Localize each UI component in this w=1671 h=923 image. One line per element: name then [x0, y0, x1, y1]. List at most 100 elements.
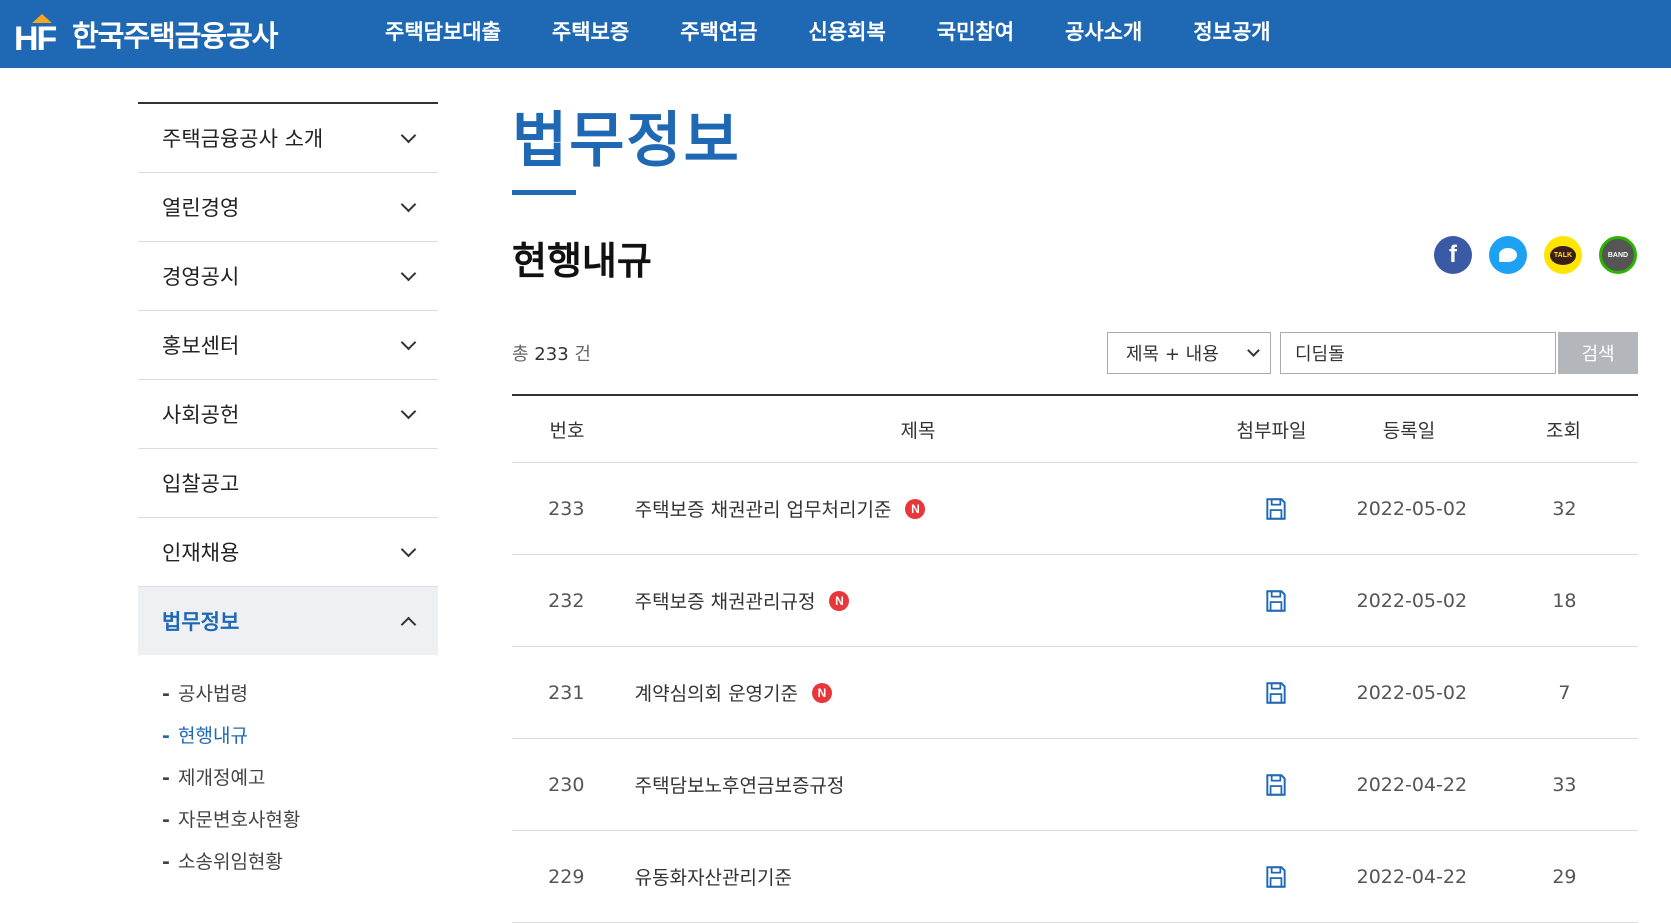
- row-title-cell: 주택담보노후연금보증규정: [621, 771, 1220, 798]
- row-views: 29: [1552, 865, 1577, 888]
- lnb-item-recruit[interactable]: 인재채용: [138, 518, 438, 587]
- row-title-cell: 유동화자산관리기준: [621, 863, 1220, 890]
- row-no: 232: [548, 589, 585, 612]
- row-views: 32: [1552, 497, 1577, 520]
- menu-item-credit[interactable]: 신용회복: [808, 16, 885, 46]
- search-input[interactable]: 디딤돌: [1280, 332, 1556, 374]
- lnb-item-legal[interactable]: 법무정보: [138, 587, 438, 655]
- new-badge: N: [905, 498, 926, 519]
- row-file-cell: [1219, 864, 1333, 890]
- search-type-select[interactable]: 제목 + 내용: [1107, 332, 1271, 374]
- row-title-link[interactable]: 유동화자산관리기준: [635, 863, 792, 890]
- sub-item-advisory-lawyers[interactable]: - 자문변호사현황: [162, 799, 438, 841]
- menu-item-participation[interactable]: 국민참여: [937, 16, 1014, 46]
- row-file-cell: [1219, 772, 1333, 798]
- table-row: 232 주택보증 채권관리규정 N 2022-05-02 18: [512, 555, 1638, 647]
- row-date: 2022-04-22: [1356, 773, 1468, 796]
- hf-logo-icon: HF: [14, 12, 64, 58]
- menu-item-about[interactable]: 공사소개: [1065, 16, 1142, 46]
- row-title-link[interactable]: 계약심의회 운영기준: [635, 679, 798, 706]
- row-title-cell: 주택보증 채권관리규정 N: [621, 587, 1220, 614]
- table-row: 230 주택담보노후연금보증규정 2022-04-22 33: [512, 739, 1638, 831]
- attachment-file-icon[interactable]: [1263, 588, 1289, 614]
- global-header: HF 한국주택금융공사 주택담보대출 주택보증 주택연금 신용회복 국민참여 공…: [0, 0, 1671, 68]
- attachment-file-icon[interactable]: [1263, 864, 1289, 890]
- header-file: 첨부파일: [1236, 419, 1307, 442]
- bullet-dash: -: [162, 767, 170, 789]
- facebook-icon: f: [1449, 241, 1457, 268]
- menu-item-pension[interactable]: 주택연금: [680, 16, 757, 46]
- sub-item-label: 자문변호사현황: [178, 809, 301, 831]
- band-icon: BAND: [1607, 251, 1629, 259]
- row-date: 2022-05-02: [1356, 589, 1468, 612]
- search-type-value: 제목 + 내용: [1126, 344, 1219, 365]
- header-date: 등록일: [1382, 419, 1436, 442]
- new-badge: N: [829, 590, 850, 611]
- total-number: 233: [534, 344, 569, 365]
- kakaotalk-share-button[interactable]: TALK: [1544, 236, 1582, 274]
- sub-item-amendment-notice[interactable]: - 제개정예고: [162, 757, 438, 799]
- logo-text: 한국주택금융공사: [72, 19, 278, 53]
- lnb-item-label: 열린경영: [162, 196, 240, 220]
- kakaotalk-icon: TALK: [1550, 245, 1576, 265]
- lnb-submenu: - 공사법령 - 현행내규 - 제개정예고 - 자문변호사현황 - 소송위임현황: [138, 655, 438, 883]
- row-title-link[interactable]: 주택보증 채권관리규정: [635, 587, 816, 614]
- side-navigation: 주택금융공사 소개 열린경영 경영공시 홍보센터 사회공헌 입찰공고 인재채용 …: [138, 102, 438, 883]
- total-prefix: 총: [512, 344, 529, 365]
- lnb-item-social[interactable]: 사회공헌: [138, 380, 438, 449]
- attachment-file-icon[interactable]: [1263, 772, 1289, 798]
- twitter-share-button[interactable]: [1489, 236, 1527, 274]
- band-share-button[interactable]: BAND: [1599, 236, 1637, 274]
- menu-item-guarantee[interactable]: 주택보증: [552, 16, 629, 46]
- sub-item-litigation[interactable]: - 소송위임현황: [162, 841, 438, 883]
- menu-item-mortgage[interactable]: 주택담보대출: [385, 16, 501, 46]
- table-row: 233 주택보증 채권관리 업무처리기준 N 2022-05-02 32: [512, 463, 1638, 555]
- section-title: 현행내규: [512, 239, 652, 283]
- row-no: 231: [548, 681, 585, 704]
- row-date: 2022-05-02: [1356, 681, 1468, 704]
- lnb-item-pr-center[interactable]: 홍보센터: [138, 311, 438, 380]
- row-title-cell: 계약심의회 운영기준 N: [621, 679, 1220, 706]
- site-logo[interactable]: HF 한국주택금융공사: [14, 8, 278, 60]
- sub-item-label: 공사법령: [178, 683, 248, 705]
- lnb-item-open-management[interactable]: 열린경영: [138, 173, 438, 242]
- menu-item-disclosure[interactable]: 정보공개: [1193, 16, 1270, 46]
- twitter-bird-icon: [1499, 248, 1517, 262]
- sub-item-law[interactable]: - 공사법령: [162, 673, 438, 715]
- search-input-value: 디딤돌: [1295, 344, 1345, 365]
- chevron-down-icon: [400, 541, 417, 557]
- chevron-down-icon: [400, 127, 417, 143]
- row-file-cell: [1219, 588, 1333, 614]
- lnb-item-label: 사회공헌: [162, 403, 240, 427]
- row-title-cell: 주택보증 채권관리 업무처리기준 N: [621, 495, 1220, 522]
- row-title-link[interactable]: 주택보증 채권관리 업무처리기준: [635, 495, 892, 522]
- chevron-down-icon: [400, 334, 417, 350]
- logo-mark: HF: [14, 20, 57, 58]
- lnb-item-disclosure[interactable]: 경영공시: [138, 242, 438, 311]
- sub-item-label: 소송위임현황: [178, 851, 283, 873]
- row-no: 233: [548, 497, 585, 520]
- facebook-share-button[interactable]: f: [1434, 236, 1472, 274]
- title-underline: [512, 190, 576, 195]
- lnb-item-label: 주택금융공사 소개: [162, 127, 324, 151]
- attachment-file-icon[interactable]: [1263, 680, 1289, 706]
- attachment-file-icon[interactable]: [1263, 496, 1289, 522]
- total-count: 총 233 건: [512, 340, 591, 366]
- chevron-down-icon: [400, 403, 417, 419]
- table-row: 229 유동화자산관리기준 2022-04-22 29: [512, 831, 1638, 923]
- lnb-item-label: 홍보센터: [162, 334, 240, 358]
- row-no: 230: [548, 773, 585, 796]
- row-file-cell: [1219, 496, 1333, 522]
- lnb-item-intro[interactable]: 주택금융공사 소개: [138, 104, 438, 173]
- bullet-dash: -: [162, 809, 170, 831]
- lnb-item-bidding[interactable]: 입찰공고: [138, 449, 438, 518]
- sub-item-label: 제개정예고: [178, 767, 266, 789]
- sub-item-current-rules[interactable]: - 현행내규: [162, 715, 438, 757]
- row-title-link[interactable]: 주택담보노후연금보증규정: [635, 771, 845, 798]
- chevron-down-icon: [400, 265, 417, 281]
- main-menu: 주택담보대출 주택보증 주택연금 신용회복 국민참여 공사소개 정보공개: [385, 0, 1322, 62]
- lnb-item-label: 경영공시: [162, 265, 240, 289]
- page-title: 법무정보: [512, 106, 741, 176]
- search-button[interactable]: 검색: [1558, 332, 1638, 374]
- row-no: 229: [548, 865, 585, 888]
